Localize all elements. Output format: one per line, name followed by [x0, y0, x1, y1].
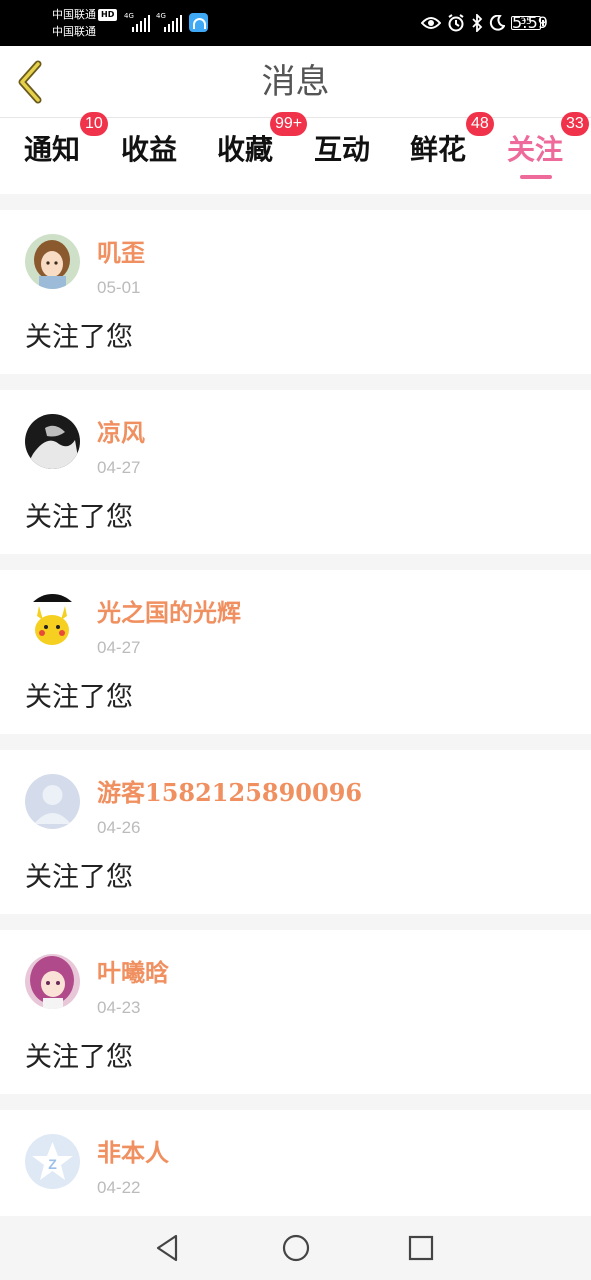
active-tab-indicator: [520, 175, 552, 179]
avatar[interactable]: [25, 234, 80, 289]
carrier-primary: 中国联通: [52, 8, 96, 21]
list-item[interactable]: 叽歪 05-01 关注了您: [0, 210, 591, 374]
hd-badge: HD: [98, 9, 118, 21]
tab-notifications-badge: 10: [80, 112, 108, 136]
action-text: 关注了您: [25, 1042, 133, 1073]
signal-icon-2: 4G: [156, 12, 184, 32]
list-item[interactable]: 游客1582125890096 04-26 关注了您: [0, 750, 591, 914]
carrier-secondary: 中国联通: [52, 25, 96, 38]
username[interactable]: 非本人: [97, 1136, 169, 1170]
alarm-icon: [448, 14, 464, 32]
header: 消息: [0, 46, 591, 118]
system-nav-bar: [0, 1216, 591, 1280]
tab-follows[interactable]: 关注: [507, 128, 563, 172]
carrier-info: 中国联通 HD 中国联通: [52, 6, 118, 40]
action-text: 关注了您: [25, 862, 133, 893]
signal-icon-1: 4G: [124, 12, 152, 32]
tab-earnings[interactable]: 收益: [121, 128, 177, 172]
timestamp: 04-27: [97, 458, 141, 477]
tab-interactions[interactable]: 互动: [314, 128, 370, 172]
username[interactable]: 凉风: [97, 416, 145, 450]
circle-home-icon: [282, 1234, 310, 1262]
username[interactable]: 游客1582125890096: [97, 776, 362, 810]
nav-home-button[interactable]: [280, 1232, 312, 1264]
list-item[interactable]: 叶曦晗 04-23 关注了您: [0, 930, 591, 1094]
square-recents-icon: [408, 1235, 434, 1261]
nav-recents-button[interactable]: [405, 1232, 437, 1264]
username[interactable]: 叽歪: [97, 236, 145, 270]
tab-notifications[interactable]: 通知: [24, 128, 80, 172]
list-item[interactable]: Z 非本人 04-22: [0, 1110, 591, 1230]
app-notification-icon: [189, 13, 208, 32]
action-text: 关注了您: [25, 502, 133, 533]
avatar[interactable]: [25, 594, 80, 649]
triangle-back-icon: [156, 1234, 178, 1262]
username[interactable]: 叶曦晗: [97, 956, 169, 990]
svg-text:Z: Z: [48, 1156, 57, 1172]
action-text: 关注了您: [25, 682, 133, 713]
timestamp: 04-22: [97, 1178, 141, 1197]
list-item[interactable]: 光之国的光辉 04-27 关注了您: [0, 570, 591, 734]
timestamp: 04-27: [97, 638, 141, 657]
bluetooth-icon: [472, 14, 483, 32]
avatar[interactable]: [25, 414, 80, 469]
status-bar: 中国联通 HD 中国联通 4G 4G 35 5:59: [0, 0, 591, 46]
moon-icon: [489, 15, 505, 31]
page-title: 消息: [261, 62, 330, 102]
clock: 5:59: [512, 13, 548, 32]
avatar[interactable]: [25, 774, 80, 829]
list-item[interactable]: 凉风 04-27 关注了您: [0, 390, 591, 554]
timestamp: 04-23: [97, 998, 141, 1017]
tab-bar: 通知 10 收益 收藏 99+ 互动 鲜花 48 关注 33: [0, 112, 591, 194]
tab-flowers[interactable]: 鲜花: [410, 128, 466, 172]
avatar[interactable]: [25, 954, 80, 1009]
action-text: 关注了您: [25, 322, 133, 353]
tab-follows-badge: 33: [561, 112, 589, 136]
nav-back-button[interactable]: [152, 1232, 184, 1264]
username[interactable]: 光之国的光辉: [97, 596, 241, 630]
timestamp: 05-01: [97, 278, 141, 297]
tab-favorites-badge: 99+: [270, 112, 308, 136]
avatar[interactable]: Z: [25, 1134, 80, 1189]
eye-icon: [421, 17, 441, 29]
timestamp: 04-26: [97, 818, 141, 837]
tab-flowers-badge: 48: [466, 112, 494, 136]
tab-favorites[interactable]: 收藏: [217, 128, 273, 172]
